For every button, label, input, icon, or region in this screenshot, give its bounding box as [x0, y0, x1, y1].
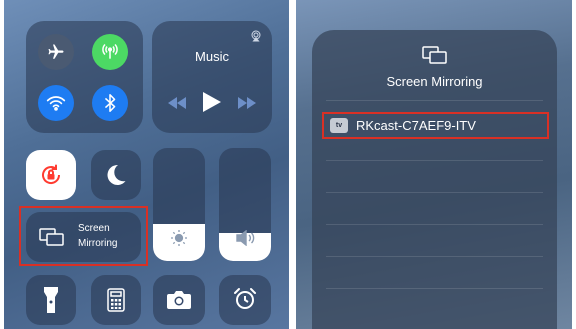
- music-tile[interactable]: Music: [152, 21, 272, 133]
- calculator-icon: [107, 288, 125, 312]
- list-divider-4: [326, 256, 543, 257]
- speaker-icon: [236, 230, 256, 246]
- airplay-audio-icon[interactable]: [250, 30, 262, 42]
- wifi-icon: [46, 95, 66, 111]
- airplane-icon: [47, 43, 65, 61]
- volume-slider[interactable]: [219, 148, 271, 261]
- control-center-panel: Music Screen Mirroring: [4, 0, 289, 329]
- list-divider-2: [326, 192, 543, 193]
- camera-icon: [167, 290, 191, 309]
- rewind-icon[interactable]: [168, 97, 186, 109]
- alarm-clock-icon: [233, 287, 257, 311]
- bluetooth-icon: [103, 93, 117, 113]
- list-divider-3: [326, 224, 543, 225]
- sun-icon: [170, 229, 188, 247]
- moon-icon: [106, 164, 126, 186]
- device-highlight: [322, 112, 549, 139]
- bluetooth-toggle[interactable]: [92, 85, 128, 121]
- fast-forward-icon[interactable]: [238, 97, 256, 109]
- do-not-disturb-button[interactable]: [91, 150, 141, 200]
- list-divider-5: [326, 288, 543, 289]
- cellular-antenna-icon: [100, 42, 120, 62]
- cellular-data-toggle[interactable]: [92, 34, 128, 70]
- wifi-toggle[interactable]: [38, 85, 74, 121]
- airplane-mode-toggle[interactable]: [38, 34, 74, 70]
- calculator-button[interactable]: [91, 275, 141, 325]
- camera-button[interactable]: [153, 275, 205, 325]
- screen-mirroring-card: Screen Mirroring tv RKcast-C7AEF9-ITV: [312, 30, 557, 329]
- rotation-lock-icon: [39, 163, 63, 187]
- connectivity-tile: [26, 21, 143, 133]
- screen-mirroring-highlight: [19, 206, 148, 266]
- music-title: Music: [195, 49, 229, 64]
- rotation-lock-button[interactable]: [26, 150, 76, 200]
- alarm-clock-button[interactable]: [219, 275, 271, 325]
- play-icon[interactable]: [203, 92, 221, 112]
- flashlight-button[interactable]: [26, 275, 76, 325]
- header-divider: [326, 100, 543, 101]
- screen-mirroring-header-icon: [422, 46, 448, 64]
- brightness-slider[interactable]: [153, 148, 205, 261]
- list-divider-1: [326, 160, 543, 161]
- flashlight-icon: [44, 287, 58, 313]
- screen-mirroring-panel: Screen Mirroring tv RKcast-C7AEF9-ITV: [296, 0, 572, 329]
- screen-mirroring-title: Screen Mirroring: [386, 74, 483, 89]
